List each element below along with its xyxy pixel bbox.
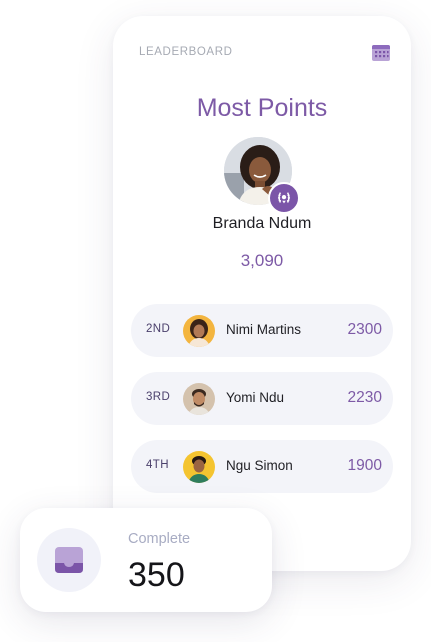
leaderboard-stage: LEADERBOARD Most Points Branda Ndum 3,09…: [0, 0, 431, 642]
complete-label: Complete: [128, 531, 191, 547]
avatar: [183, 383, 215, 415]
rank-row-4th[interactable]: 4TH Ngu Simon 1900: [131, 440, 393, 493]
avatar: [183, 451, 215, 483]
leaderboard-label: LEADERBOARD: [139, 46, 233, 58]
rank-score: 2230: [347, 389, 382, 406]
winner-name: Branda Ndum: [212, 215, 312, 232]
rank-position: 3RD: [146, 391, 171, 403]
rank-score: 1900: [347, 457, 382, 474]
winner-points: 3,090: [240, 251, 284, 270]
laurel-wreath-icon: [268, 182, 300, 214]
leaderboard-card: LEADERBOARD Most Points Branda Ndum 3,09…: [113, 16, 411, 571]
rank-position: 4TH: [146, 459, 169, 471]
inbox-tray-icon: [55, 547, 83, 573]
calendar-icon[interactable]: [371, 42, 391, 62]
rank-name: Yomi Ndu: [226, 390, 285, 405]
rank-position: 2ND: [146, 323, 171, 335]
complete-card: Complete 350: [20, 508, 272, 612]
page-title: Most Points: [196, 94, 328, 122]
complete-icon-container: [37, 528, 101, 592]
complete-value: 350: [128, 556, 185, 594]
rank-row-2nd[interactable]: 2ND Nimi Martins 2300: [131, 304, 393, 357]
rank-name: Nimi Martins: [226, 322, 302, 337]
rank-row-3rd[interactable]: 3RD Yomi Ndu 2230: [131, 372, 393, 425]
rank-name: Ngu Simon: [226, 458, 293, 473]
avatar: [183, 315, 215, 347]
rank-list: 2ND Nimi Martins 2300 3RD Yomi Ndu 2230 …: [131, 304, 393, 508]
rank-score: 2300: [347, 321, 382, 338]
